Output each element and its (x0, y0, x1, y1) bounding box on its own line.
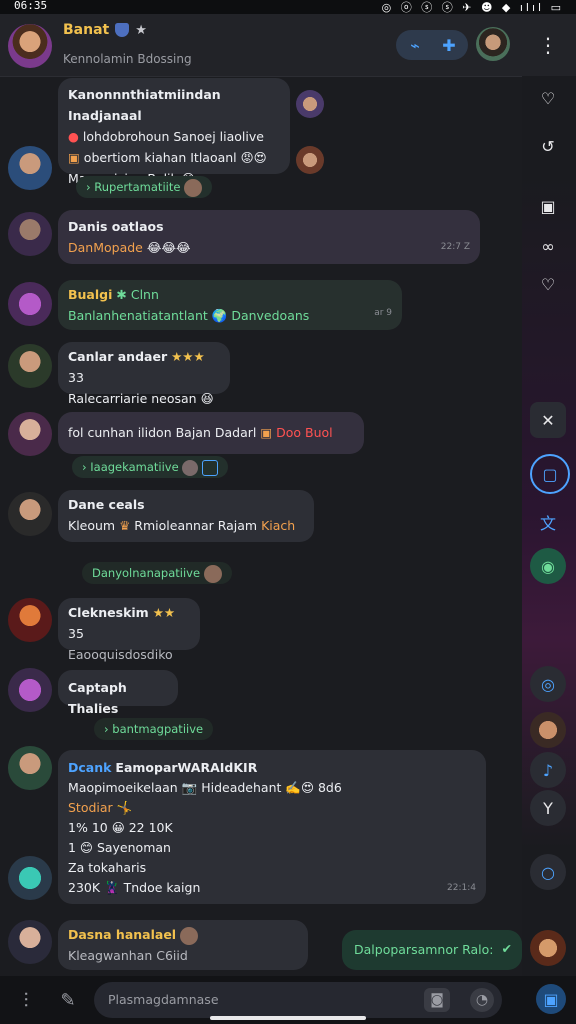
message-bubble[interactable]: fol cunhan ilidon Bajan Dadarl ▣ Doo Buo… (58, 412, 364, 454)
star-icon: ★ (135, 22, 147, 38)
avatar[interactable] (8, 598, 52, 642)
message-sender: Bualgi (68, 287, 113, 302)
message-bubble[interactable]: Dane ceals Kleoum ♛ Rmioleannar Rajam Ki… (58, 490, 314, 542)
message-line: Stodiar 🤸 (68, 800, 133, 815)
status-time: 06:35 (14, 0, 48, 12)
rail-bg-art (522, 176, 576, 1016)
system-message: › Iaagekamatiive (72, 456, 228, 478)
message-line: 1 😊 Sayenoman (68, 840, 171, 855)
read-check-icon: ✔ (501, 941, 512, 956)
shield-icon (115, 23, 130, 37)
message-header: Dasna hanalael (68, 924, 298, 945)
header-action-pill: ⌁ ✚ (396, 30, 468, 60)
message-line: 1% 10 😀 22 10K (68, 820, 173, 835)
message-line: ● lohdobrohoun Sanoej liaolive (68, 129, 264, 144)
user-mini-avatar[interactable] (530, 712, 566, 748)
message-line: DanMopade 😂😂😂 (68, 240, 191, 255)
chat-subtitle: Kennolamin Bdossing (63, 52, 192, 66)
message-line: Kleagwanhan C6iid (68, 948, 188, 963)
avatar[interactable] (8, 746, 52, 790)
message-line: Kleoum ♛ Rmioleannar Rajam Kiach (68, 518, 296, 533)
chat-header: Banat ★ Kennolamin Bdossing ⌁ ✚ ⋮ (0, 14, 576, 77)
message-header: Dcank EamoparWARAIdKIR (68, 760, 258, 775)
message-sender: Captaph Thalies (68, 680, 127, 716)
message-sender: Clekneskim (68, 605, 149, 620)
add-member-icon[interactable]: ✚ (438, 36, 460, 55)
music-icon[interactable]: ♪ (530, 752, 566, 788)
note-icon[interactable]: ▣ (530, 188, 566, 224)
home-indicator (210, 1016, 366, 1020)
message-line: Eaooquisdosdiko (68, 647, 173, 662)
message-sender: Danis oatlaos (68, 219, 164, 234)
sticker-icon[interactable]: ◔ (470, 988, 494, 1012)
message-bubble[interactable]: Dasna hanalael Kleagwanhan C6iid (58, 920, 308, 970)
mask-icon[interactable]: ∞ (530, 228, 566, 264)
message-input-placeholder: Plasmagdamnase (108, 992, 219, 1007)
more-options-icon[interactable]: ⋮ (538, 32, 558, 58)
system-message: › Rupertamatiite (76, 176, 213, 198)
status-icons: ◎ ⓞ ⓢ ⓢ ✈ ☻ ◆ ılıl ▭ (381, 1, 564, 14)
avatar[interactable] (8, 146, 52, 190)
message-icon[interactable]: ▢ (530, 454, 570, 494)
message-line: Maopimoeikelaan 📷 Hideadehant ✍️😍 8d6 (68, 780, 342, 795)
avatar[interactable] (8, 212, 52, 256)
heart-icon[interactable]: ♡ (530, 266, 566, 302)
camera-icon[interactable]: ◎ (530, 666, 566, 702)
message-time: 22:7 Z (440, 242, 470, 252)
avatar[interactable] (8, 282, 52, 326)
message-bubble[interactable]: Danis oatlaos DanMopade 😂😂😂 22:7 Z (58, 210, 480, 264)
status-bar: 06:35 ◎ ⓞ ⓢ ⓢ ✈ ☻ ◆ ılıl ▭ (0, 0, 576, 14)
message-time: ar 9 (374, 308, 392, 318)
profile-mini-avatar[interactable] (530, 930, 566, 966)
message-header: Bualgi ✱ Clnn (68, 287, 159, 302)
avatar[interactable] (8, 344, 52, 388)
message-sender: Dcank (68, 760, 112, 775)
send-icon[interactable]: ▣ (536, 984, 566, 1014)
message-time: 22:1:4 (447, 883, 476, 893)
globe-icon[interactable]: ◉ (530, 548, 566, 584)
chat-title[interactable]: Banat (63, 22, 109, 38)
reaction-avatar[interactable] (296, 90, 324, 118)
y-icon[interactable]: Y (530, 790, 566, 826)
profile-avatar[interactable] (476, 27, 510, 61)
translate-icon[interactable]: 文 (530, 504, 566, 540)
message-header: Canlar andaer ★★★ 33 (68, 349, 205, 385)
x-icon[interactable]: ✕ (530, 402, 566, 438)
outgoing-message[interactable]: Dalpoparsamnor Ralo: ✔ (342, 930, 522, 970)
system-message: Danyolnanapatiive (82, 562, 232, 584)
call-icon[interactable]: ⌁ (404, 36, 426, 55)
system-message: › bantmagpatiive (94, 718, 214, 740)
message-line: fol cunhan ilidon Bajan Dadarl ▣ Doo Buo… (68, 425, 333, 440)
avatar[interactable] (8, 856, 52, 900)
message-line: Banlanhenatiatantlant 🌍 Danvedoans (68, 308, 310, 323)
message-sender: Canlar andaer (68, 349, 168, 364)
right-rail: ♡ ↺ ▣ ∞ ♡ ✕ ▢ 文 ◉ ◎ ♪ Y ○ (522, 76, 576, 1016)
avatar[interactable] (8, 668, 52, 712)
message-sender: Dasna hanalael (68, 927, 177, 942)
chat-avatar[interactable] (8, 24, 52, 68)
avatar[interactable] (8, 920, 52, 964)
message-header: Clekneskim ★★ 35 (68, 605, 176, 641)
heart-chat-icon[interactable]: ♡ (530, 80, 566, 116)
message-bubble[interactable]: Bualgi ✱ Clnn Banlanhenatiatantlant 🌍 Da… (58, 280, 402, 330)
message-line: Za tokaharis (68, 860, 147, 875)
avatar[interactable] (8, 412, 52, 456)
message-line: 230K 🦹 Tndoe kaign (68, 880, 201, 895)
message-bubble[interactable]: Clekneskim ★★ 35 Eaooquisdosdiko (58, 598, 200, 662)
message-sender: Kanonnnthiatmiindan Inadjanaal (68, 87, 221, 123)
message-sender: Dane ceals (68, 497, 145, 512)
reaction-avatar[interactable] (296, 146, 324, 174)
message-input[interactable]: Plasmagdamnase ◙ ◔ (94, 982, 502, 1018)
camera-icon[interactable]: ◙ (424, 988, 450, 1012)
avatar[interactable] (8, 492, 52, 536)
reply-icon[interactable]: ↺ (530, 128, 566, 164)
message-bubble[interactable]: Dcank EamoparWARAIdKIR Maopimoeikelaan 📷… (58, 750, 486, 904)
message-bubble[interactable]: Canlar andaer ★★★ 33 Ralecarriarie neosa… (58, 342, 230, 427)
pen-icon[interactable]: ✎ (54, 986, 82, 1014)
message-bubble[interactable]: Kanonnnthiatmiindan Inadjanaal ● lohdobr… (58, 78, 290, 186)
message-line: ▣ obertiom kiahan Itlaoanl 😡😍 (68, 150, 267, 165)
circle-icon[interactable]: ○ (530, 854, 566, 890)
message-bubble[interactable]: Captaph Thalies (58, 670, 178, 716)
attach-icon[interactable]: ⫶ (12, 986, 40, 1014)
